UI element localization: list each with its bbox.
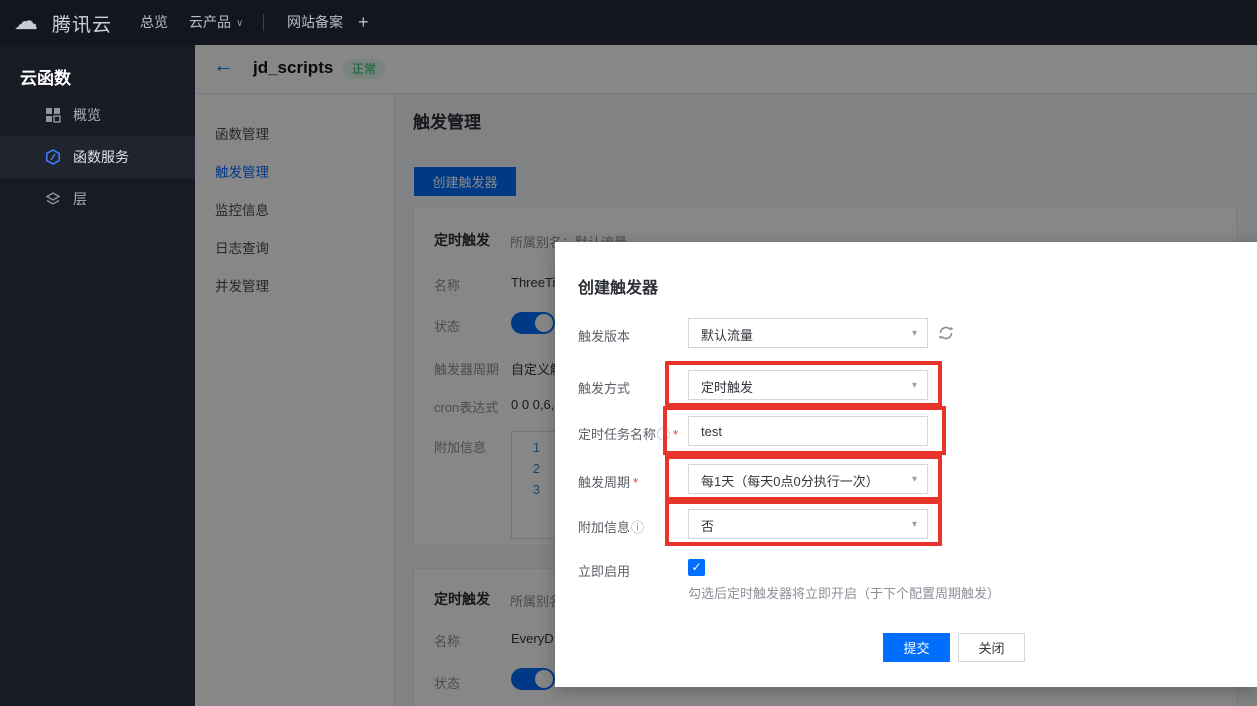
required-asterisk: * xyxy=(673,427,678,442)
chevron-down-icon: ▾ xyxy=(912,328,917,339)
label-trigger-version: 触发版本 xyxy=(578,326,630,345)
required-asterisk: * xyxy=(633,475,638,490)
layers-icon xyxy=(45,191,61,207)
trigger-cycle-select[interactable]: 每1天（每天0点0分执行一次） ▾ xyxy=(688,464,928,494)
close-button[interactable]: 关闭 xyxy=(958,633,1025,662)
info-icon: ⓘ xyxy=(631,520,644,535)
selected-value: 每1天（每天0点0分执行一次） xyxy=(701,471,879,490)
nav-item-website-record[interactable]: 网站备案 xyxy=(287,0,343,45)
grid-icon xyxy=(45,107,61,123)
function-hexagon-icon xyxy=(45,149,61,165)
sidebar-item-overview[interactable]: 概览 xyxy=(0,94,195,136)
sidebar-item-label: 概览 xyxy=(73,105,101,125)
nav-item-cloud-products[interactable]: 云产品 xyxy=(189,0,231,45)
nav-divider xyxy=(263,14,264,31)
label-enable-now: 立即启用 xyxy=(578,561,630,580)
enable-now-hint: 勾选后定时触发器将立即开启（于下个配置周期触发） xyxy=(688,583,1000,602)
trigger-type-select[interactable]: 定时触发 ▾ xyxy=(688,370,928,400)
checkmark-icon: ✓ xyxy=(691,560,701,574)
sidebar-item-function-service[interactable]: 函数服务 xyxy=(0,136,195,178)
extra-info-select[interactable]: 否 ▾ xyxy=(688,509,928,539)
sidebar-title: 云函数 xyxy=(0,45,195,94)
tencent-cloud-logo-icon: ☁ xyxy=(14,7,38,37)
label-trigger-type: 触发方式 xyxy=(578,378,630,397)
chevron-down-icon: ∨ xyxy=(236,1,243,46)
sidebar-item-label: 函数服务 xyxy=(73,147,129,167)
info-icon: ⓘ xyxy=(657,427,670,442)
enable-now-checkbox[interactable]: ✓ xyxy=(688,559,705,576)
chevron-down-icon: ▾ xyxy=(912,519,917,530)
modal-title: 创建触发器 xyxy=(578,274,658,298)
chevron-down-icon: ▾ xyxy=(912,380,917,391)
nav-item-overview[interactable]: 总览 xyxy=(140,0,168,45)
left-sidebar: 云函数 概览 函数服务 层 xyxy=(0,45,195,706)
chevron-down-icon: ▾ xyxy=(912,474,917,485)
submit-button[interactable]: 提交 xyxy=(883,633,950,662)
selected-value: 否 xyxy=(701,516,714,535)
create-trigger-modal: 创建触发器 触发版本 默认流量 ▾ 触发方式 定时触发 ▾ 定时任务名称ⓘ* 触… xyxy=(555,242,1257,687)
brand-name: 腾讯云 xyxy=(52,10,112,37)
task-name-input[interactable] xyxy=(688,416,928,446)
selected-value: 定时触发 xyxy=(701,377,753,396)
trigger-version-select[interactable]: 默认流量 ▾ xyxy=(688,318,928,348)
label-extra-info: 附加信息ⓘ xyxy=(578,517,644,536)
label-task-name: 定时任务名称ⓘ* xyxy=(578,424,678,443)
sidebar-item-label: 层 xyxy=(73,189,87,209)
sidebar-item-layers[interactable]: 层 xyxy=(0,178,195,220)
label-trigger-cycle: 触发周期* xyxy=(578,472,638,491)
nav-add-tab-button[interactable]: + xyxy=(358,0,369,45)
refresh-icon[interactable] xyxy=(936,323,956,343)
top-navbar: ☁ 腾讯云 总览 云产品 ∨ 网站备案 + xyxy=(0,0,1257,45)
selected-value: 默认流量 xyxy=(701,325,753,344)
